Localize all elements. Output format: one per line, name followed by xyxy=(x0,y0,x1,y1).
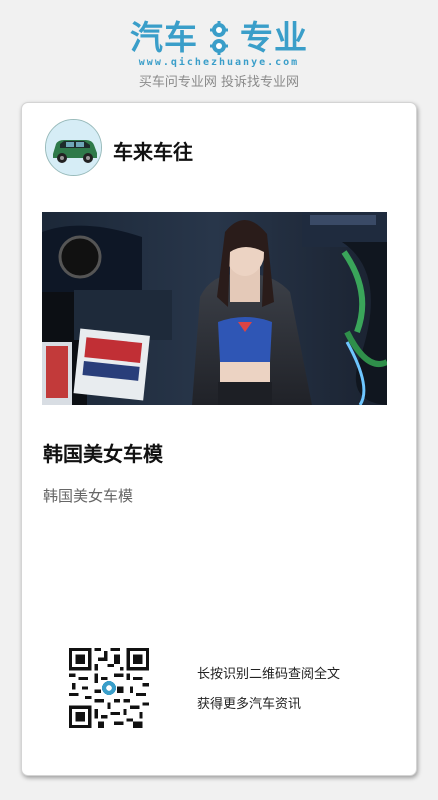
car-show-model-photo xyxy=(42,212,387,405)
site-logo: 汽车 专业 xyxy=(0,18,438,58)
article-share-card[interactable]: 车来车往 韩国美女车模 韩国美女车模 长按识别二维码查阅全文 获得更多汽车资讯 xyxy=(21,102,417,776)
article-summary: 韩国美女车模 xyxy=(43,487,134,505)
site-header: 汽车 专业 www.qichezhuanye.com 买车问专业网 投诉找专业网 xyxy=(0,0,438,96)
site-url: www.qichezhuanye.com xyxy=(138,57,300,68)
logo-text-right: 专业 xyxy=(240,18,308,57)
gear-icon xyxy=(204,21,234,55)
green-car-icon xyxy=(46,120,101,175)
site-slogan: 买车问专业网 投诉找专业网 xyxy=(138,75,300,90)
logo-text-left: 汽车 xyxy=(130,18,198,57)
qr-instruction-text: 长按识别二维码查阅全文 xyxy=(197,667,341,682)
qr-benefit-text: 获得更多汽车资讯 xyxy=(197,697,302,712)
author-avatar[interactable] xyxy=(45,119,102,176)
article-photo[interactable] xyxy=(42,212,387,405)
author-name[interactable]: 车来车往 xyxy=(113,136,193,165)
article-title[interactable]: 韩国美女车模 xyxy=(43,438,163,467)
qr-code-icon[interactable] xyxy=(69,648,149,728)
